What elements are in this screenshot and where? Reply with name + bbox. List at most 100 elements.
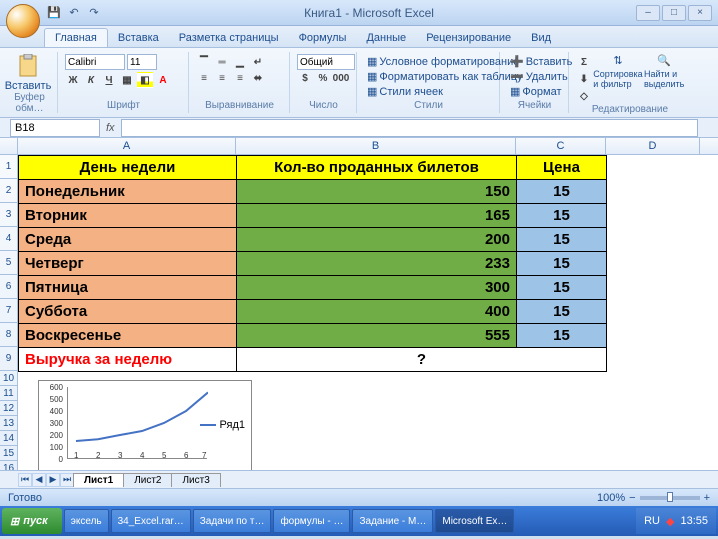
- merge-icon[interactable]: ⬌: [250, 70, 266, 86]
- fill-icon[interactable]: ⬇: [576, 71, 592, 87]
- taskbar-item-active[interactable]: Microsoft Ex…: [435, 509, 514, 533]
- font-size-select[interactable]: [127, 54, 157, 70]
- cell-price[interactable]: 15: [517, 204, 607, 228]
- formula-bar[interactable]: [121, 119, 698, 137]
- format-cells-button[interactable]: ▦Формат: [507, 84, 562, 99]
- format-table-button[interactable]: ▦Форматировать как таблицу: [364, 69, 493, 84]
- tab-home[interactable]: Главная: [44, 28, 108, 47]
- header-qty[interactable]: Кол-во проданных билетов: [237, 156, 517, 180]
- col-header-c[interactable]: C: [516, 138, 606, 154]
- cell-qty[interactable]: 400: [237, 300, 517, 324]
- sheet-tab-2[interactable]: Лист2: [123, 473, 172, 487]
- cell-qty[interactable]: 200: [237, 228, 517, 252]
- align-left-icon[interactable]: ≡: [196, 70, 212, 86]
- cell-price[interactable]: 15: [517, 324, 607, 348]
- number-format-select[interactable]: [297, 54, 355, 70]
- revenue-value[interactable]: ?: [237, 348, 607, 372]
- align-middle-icon[interactable]: ═: [214, 54, 230, 70]
- cell-price[interactable]: 15: [517, 252, 607, 276]
- office-button[interactable]: [6, 4, 40, 38]
- delete-cells-button[interactable]: ➖Удалить: [507, 69, 562, 84]
- sheet-tab-1[interactable]: Лист1: [73, 473, 124, 487]
- underline-button[interactable]: Ч: [101, 72, 117, 88]
- row-header[interactable]: 11: [0, 386, 17, 401]
- embedded-chart[interactable]: 600 500 400 300 200 100 0 1 2 3 4 5 6 7 …: [38, 380, 252, 476]
- cell-price[interactable]: 15: [517, 276, 607, 300]
- clear-icon[interactable]: ◇: [576, 88, 592, 104]
- tab-view[interactable]: Вид: [521, 29, 561, 47]
- find-select-button[interactable]: 🔍Найти и выделить: [644, 54, 684, 104]
- tray-lang[interactable]: RU: [644, 515, 660, 527]
- row-header[interactable]: 14: [0, 431, 17, 446]
- header-day[interactable]: День недели: [19, 156, 237, 180]
- maximize-button[interactable]: □: [662, 5, 686, 21]
- font-color-button[interactable]: A: [155, 72, 171, 88]
- sheet-nav-prev[interactable]: ◀: [32, 473, 46, 487]
- autosum-icon[interactable]: Σ: [576, 54, 592, 70]
- row-header[interactable]: 15: [0, 446, 17, 461]
- align-bottom-icon[interactable]: ▁: [232, 54, 248, 70]
- tab-formulas[interactable]: Формулы: [289, 29, 357, 47]
- row-header[interactable]: 3: [0, 203, 17, 227]
- cell-day[interactable]: Понедельник: [19, 180, 237, 204]
- tray-shield-icon[interactable]: ◆: [666, 515, 674, 528]
- start-button[interactable]: ⊞пуск: [2, 508, 62, 534]
- undo-icon[interactable]: ↶: [66, 5, 82, 21]
- percent-icon[interactable]: %: [315, 70, 331, 86]
- cell-price[interactable]: 15: [517, 300, 607, 324]
- cell-day[interactable]: Вторник: [19, 204, 237, 228]
- zoom-in-icon[interactable]: +: [704, 492, 710, 504]
- system-tray[interactable]: RU ◆ 13:55: [636, 508, 716, 534]
- taskbar-item[interactable]: 34_Excel.rar…: [111, 509, 191, 533]
- align-center-icon[interactable]: ≡: [214, 70, 230, 86]
- save-icon[interactable]: 💾: [46, 5, 62, 21]
- taskbar-item[interactable]: Задание - M…: [352, 509, 433, 533]
- row-header[interactable]: 8: [0, 323, 17, 347]
- row-header[interactable]: 5: [0, 251, 17, 275]
- worksheet-grid[interactable]: A B C D 1 2 3 4 5 6 7 8 9 10 11 12 13 14…: [0, 138, 718, 488]
- cell-day[interactable]: Воскресенье: [19, 324, 237, 348]
- wrap-text-icon[interactable]: ↵: [250, 54, 266, 70]
- minimize-button[interactable]: –: [636, 5, 660, 21]
- cell-day[interactable]: Среда: [19, 228, 237, 252]
- sort-filter-button[interactable]: ⇅Сортировка и фильтр: [594, 54, 642, 104]
- cell-price[interactable]: 15: [517, 228, 607, 252]
- select-all-corner[interactable]: [0, 138, 18, 154]
- col-header-d[interactable]: D: [606, 138, 700, 154]
- paste-button[interactable]: Вставить: [8, 54, 48, 92]
- taskbar-item[interactable]: эксель: [64, 509, 109, 533]
- name-box[interactable]: [10, 119, 100, 137]
- tab-layout[interactable]: Разметка страницы: [169, 29, 289, 47]
- comma-icon[interactable]: 000: [333, 70, 349, 86]
- fill-color-button[interactable]: ◧: [137, 72, 153, 88]
- row-header[interactable]: 13: [0, 416, 17, 431]
- data-table[interactable]: День недели Кол-во проданных билетов Цен…: [18, 155, 607, 372]
- align-right-icon[interactable]: ≡: [232, 70, 248, 86]
- revenue-label[interactable]: Выручка за неделю: [19, 348, 237, 372]
- taskbar-item[interactable]: Задачи по т…: [193, 509, 272, 533]
- tab-data[interactable]: Данные: [356, 29, 416, 47]
- cell-qty[interactable]: 150: [237, 180, 517, 204]
- currency-icon[interactable]: $: [297, 70, 313, 86]
- row-header[interactable]: 10: [0, 371, 17, 386]
- col-header-a[interactable]: A: [18, 138, 236, 154]
- cell-day[interactable]: Пятница: [19, 276, 237, 300]
- conditional-format-button[interactable]: ▦Условное форматирование: [364, 54, 493, 69]
- col-header-b[interactable]: B: [236, 138, 516, 154]
- taskbar-item[interactable]: формулы - …: [273, 509, 350, 533]
- cell-price[interactable]: 15: [517, 180, 607, 204]
- row-header[interactable]: 2: [0, 179, 17, 203]
- italic-button[interactable]: К: [83, 72, 99, 88]
- row-header[interactable]: 7: [0, 299, 17, 323]
- cell-qty[interactable]: 165: [237, 204, 517, 228]
- cell-qty[interactable]: 555: [237, 324, 517, 348]
- row-header[interactable]: 1: [0, 155, 17, 179]
- tab-insert[interactable]: Вставка: [108, 29, 169, 47]
- row-header[interactable]: 12: [0, 401, 17, 416]
- zoom-control[interactable]: 100% − +: [597, 492, 710, 504]
- border-button[interactable]: ▦: [119, 72, 135, 88]
- zoom-slider[interactable]: [640, 496, 700, 500]
- redo-icon[interactable]: ↷: [86, 5, 102, 21]
- sheet-nav-first[interactable]: ⏮: [18, 473, 32, 487]
- tab-review[interactable]: Рецензирование: [416, 29, 521, 47]
